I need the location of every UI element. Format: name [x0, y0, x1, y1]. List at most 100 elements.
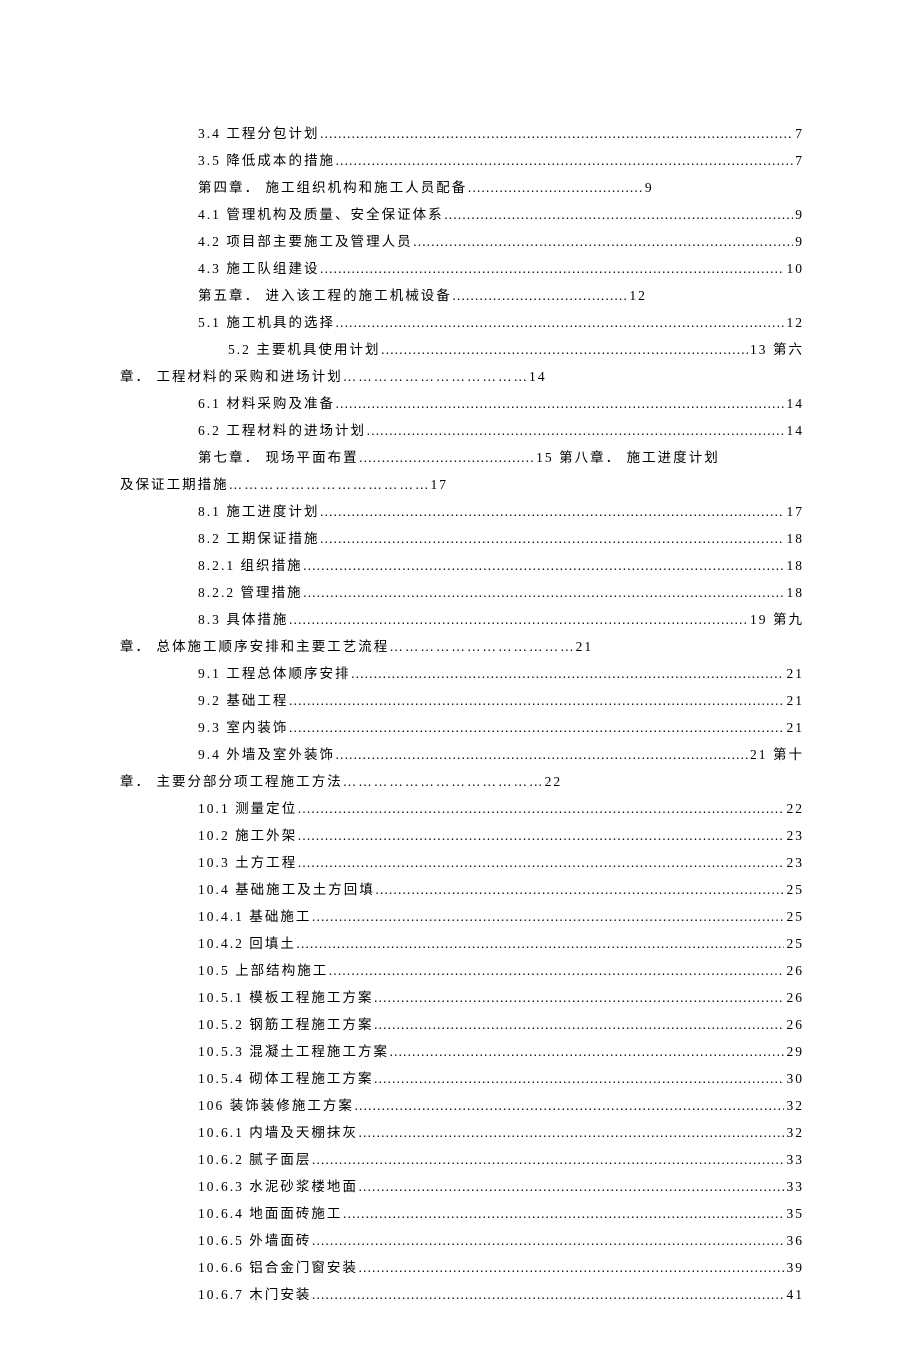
toc-title: 第七章． 现场平面布置: [198, 444, 359, 471]
toc-page-number: 21: [784, 714, 804, 741]
toc-title: 106 装饰装修施工方案: [198, 1092, 354, 1119]
toc-entry-continuation: 章． 主要分部分项工程施工方法…………………………………22: [120, 768, 804, 795]
toc-page-number: 39: [784, 1254, 804, 1281]
toc-leader-dots: ……………………………………………………………………………………………………………: [335, 741, 748, 768]
toc-entry: 8.3 具体措施………………………………………………………………………………………: [120, 606, 804, 633]
toc-entry: 4.2 项目部主要施工及管理人员…………………………………………………………………: [120, 228, 804, 255]
toc-leader-dots: ……………………………………………………………………………………………………………: [358, 1119, 784, 1146]
toc-title: 9.2 基础工程: [198, 687, 288, 714]
toc-leader-dots: ……………………………………………………………………………………………………………: [413, 228, 794, 255]
toc-page-number: 18: [784, 579, 804, 606]
toc-page-number: 25: [784, 876, 804, 903]
toc-page-number: 18: [784, 552, 804, 579]
toc-entry: 6.1 材料采购及准备………………………………………………………………………………: [120, 390, 804, 417]
toc-title: 10.4.2 回填土: [198, 930, 296, 957]
toc-entry: 10.6.3 水泥砂浆楼地面………………………………………………………………………: [120, 1173, 804, 1200]
toc-leader-dots: …………………………………: [467, 174, 643, 201]
toc-page-number: 14: [784, 390, 804, 417]
toc-entry: 10.4 基础施工及土方回填………………………………………………………………………: [120, 876, 804, 903]
toc-entry: 8.2.2 管理措施…………………………………………………………………………………: [120, 579, 804, 606]
toc-leader-dots: ……………………………………………………………………………………………………………: [297, 849, 784, 876]
toc-leader-dots: …………………………………: [359, 444, 535, 471]
toc-title: 第五章． 进入该工程的施工机械设备: [198, 282, 452, 309]
toc-entry: 10.1 测量定位……………………………………………………………………………………: [120, 795, 804, 822]
toc-leader-dots: ……………………………………………………………………………………………………………: [358, 1173, 784, 1200]
toc-entry: 8.2 工期保证措施…………………………………………………………………………………: [120, 525, 804, 552]
toc-leader-dots: ……………………………………………………………………………………………………………: [320, 498, 785, 525]
table-of-contents: 3.4 工程分包计划…………………………………………………………………………………: [120, 120, 804, 1308]
toc-entry: 10.5.4 砌体工程施工方案……………………………………………………………………: [120, 1065, 804, 1092]
toc-leader-dots: ……………………………………………………………………………………………………………: [288, 606, 748, 633]
toc-page-number: 9: [643, 174, 654, 201]
toc-leader-dots: ……………………………………………………………………………………………………………: [303, 579, 785, 606]
toc-title: 10.5 上部结构施工: [198, 957, 328, 984]
toc-leader-dots: ……………………………………………………………………………………………………………: [297, 795, 784, 822]
toc-entry: 10.6.5 外墙面砖………………………………………………………………………………: [120, 1227, 804, 1254]
toc-page-number: 13 第六: [748, 336, 804, 363]
toc-page-number: 26: [784, 1011, 804, 1038]
toc-leader-dots: ……………………………………………………………………………………………………………: [366, 417, 784, 444]
toc-title: 8.3 具体措施: [198, 606, 288, 633]
toc-page-number: 35: [784, 1200, 804, 1227]
toc-entry: 10.4.1 基础施工………………………………………………………………………………: [120, 903, 804, 930]
toc-page-number: 21 第十: [748, 741, 804, 768]
toc-entry: 10.5.2 钢筋工程施工方案……………………………………………………………………: [120, 1011, 804, 1038]
toc-title: 10.4.1 基础施工: [198, 903, 311, 930]
toc-leader-dots: ……………………………………………………………………………………………………………: [342, 1200, 784, 1227]
toc-title: 4.3 施工队组建设: [198, 255, 320, 282]
toc-page-number: 12: [784, 309, 804, 336]
toc-entry-continuation: 及保证工期措施…………………………………17: [120, 471, 804, 498]
toc-title: 10.6.4 地面面砖施工: [198, 1200, 342, 1227]
toc-leader-dots: ……………………………………………………………………………………………………………: [335, 390, 784, 417]
toc-entry: 10.6.6 铝合金门窗安装………………………………………………………………………: [120, 1254, 804, 1281]
toc-title: 10.3 土方工程: [198, 849, 297, 876]
toc-leader-dots: ……………………………………………………………………………………………………………: [311, 1146, 784, 1173]
toc-entry: 10.6.2 腻子面层………………………………………………………………………………: [120, 1146, 804, 1173]
toc-leader-dots: ……………………………………………………………………………………………………………: [374, 984, 785, 1011]
toc-page-number: 23: [784, 849, 804, 876]
toc-page-number: 25: [784, 930, 804, 957]
toc-title: 10.5.3 混凝土工程施工方案: [198, 1038, 389, 1065]
toc-entry: 10.6.1 内墙及天棚抹灰………………………………………………………………………: [120, 1119, 804, 1146]
toc-page-number: 33: [784, 1146, 804, 1173]
toc-title: 5.2 主要机具使用计划: [228, 336, 381, 363]
toc-leader-dots: ……………………………………………………………………………………………………………: [311, 903, 784, 930]
toc-entry: 10.5.1 模板工程施工方案……………………………………………………………………: [120, 984, 804, 1011]
toc-title: 10.1 测量定位: [198, 795, 297, 822]
toc-page-number: 9: [793, 201, 804, 228]
toc-entry: 8.2.1 组织措施…………………………………………………………………………………: [120, 552, 804, 579]
toc-entry-continuation: 章． 总体施工顺序安排和主要工艺流程………………………………21: [120, 633, 804, 660]
toc-leader-dots: ……………………………………………………………………………………………………………: [374, 1011, 785, 1038]
toc-page-number: 21: [784, 687, 804, 714]
toc-page-number: 29: [784, 1038, 804, 1065]
toc-title: 10.4 基础施工及土方回填: [198, 876, 375, 903]
toc-title: 8.2.1 组织措施: [198, 552, 303, 579]
toc-entry: 9.2 基础工程………………………………………………………………………………………: [120, 687, 804, 714]
toc-title: 10.5.2 钢筋工程施工方案: [198, 1011, 374, 1038]
toc-entry: 10.5.3 混凝土工程施工方案…………………………………………………………………: [120, 1038, 804, 1065]
toc-entry: 5.2 主要机具使用计划……………………………………………………………………………: [120, 336, 804, 363]
toc-entry: 10.2 施工外架……………………………………………………………………………………: [120, 822, 804, 849]
toc-leader-dots: ……………………………………………………………………………………………………………: [303, 552, 785, 579]
toc-entry: 第五章． 进入该工程的施工机械设备…………………………………12: [120, 282, 804, 309]
toc-title: 9.4 外墙及室外装饰: [198, 741, 335, 768]
toc-leader-dots: ……………………………………………………………………………………………………………: [311, 1281, 784, 1308]
toc-page-number: 22: [784, 795, 804, 822]
toc-entry: 8.1 施工进度计划…………………………………………………………………………………: [120, 498, 804, 525]
toc-title: 第四章． 施工组织机构和施工人员配备: [198, 174, 467, 201]
toc-title: 6.1 材料采购及准备: [198, 390, 335, 417]
toc-leader-dots: ……………………………………………………………………………………………………………: [374, 1065, 785, 1092]
toc-entry: 4.3 施工队组建设…………………………………………………………………………………: [120, 255, 804, 282]
toc-page-number: 33: [784, 1173, 804, 1200]
toc-title: 10.5.1 模板工程施工方案: [198, 984, 374, 1011]
toc-title: 8.2 工期保证措施: [198, 525, 320, 552]
toc-entry: 10.6.7 木门安装………………………………………………………………………………: [120, 1281, 804, 1308]
toc-page-number: 12: [627, 282, 647, 309]
toc-page-number: 32: [784, 1092, 804, 1119]
toc-title: 10.6.6 铝合金门窗安装: [198, 1254, 358, 1281]
toc-continuation-text: 章． 主要分部分项工程施工方法…………………………………22: [120, 768, 562, 795]
toc-page-number: 17: [784, 498, 804, 525]
toc-continuation-text: 章． 总体施工顺序安排和主要工艺流程………………………………21: [120, 633, 593, 660]
toc-leader-dots: ……………………………………………………………………………………………………………: [297, 822, 784, 849]
toc-title: 8.2.2 管理措施: [198, 579, 303, 606]
